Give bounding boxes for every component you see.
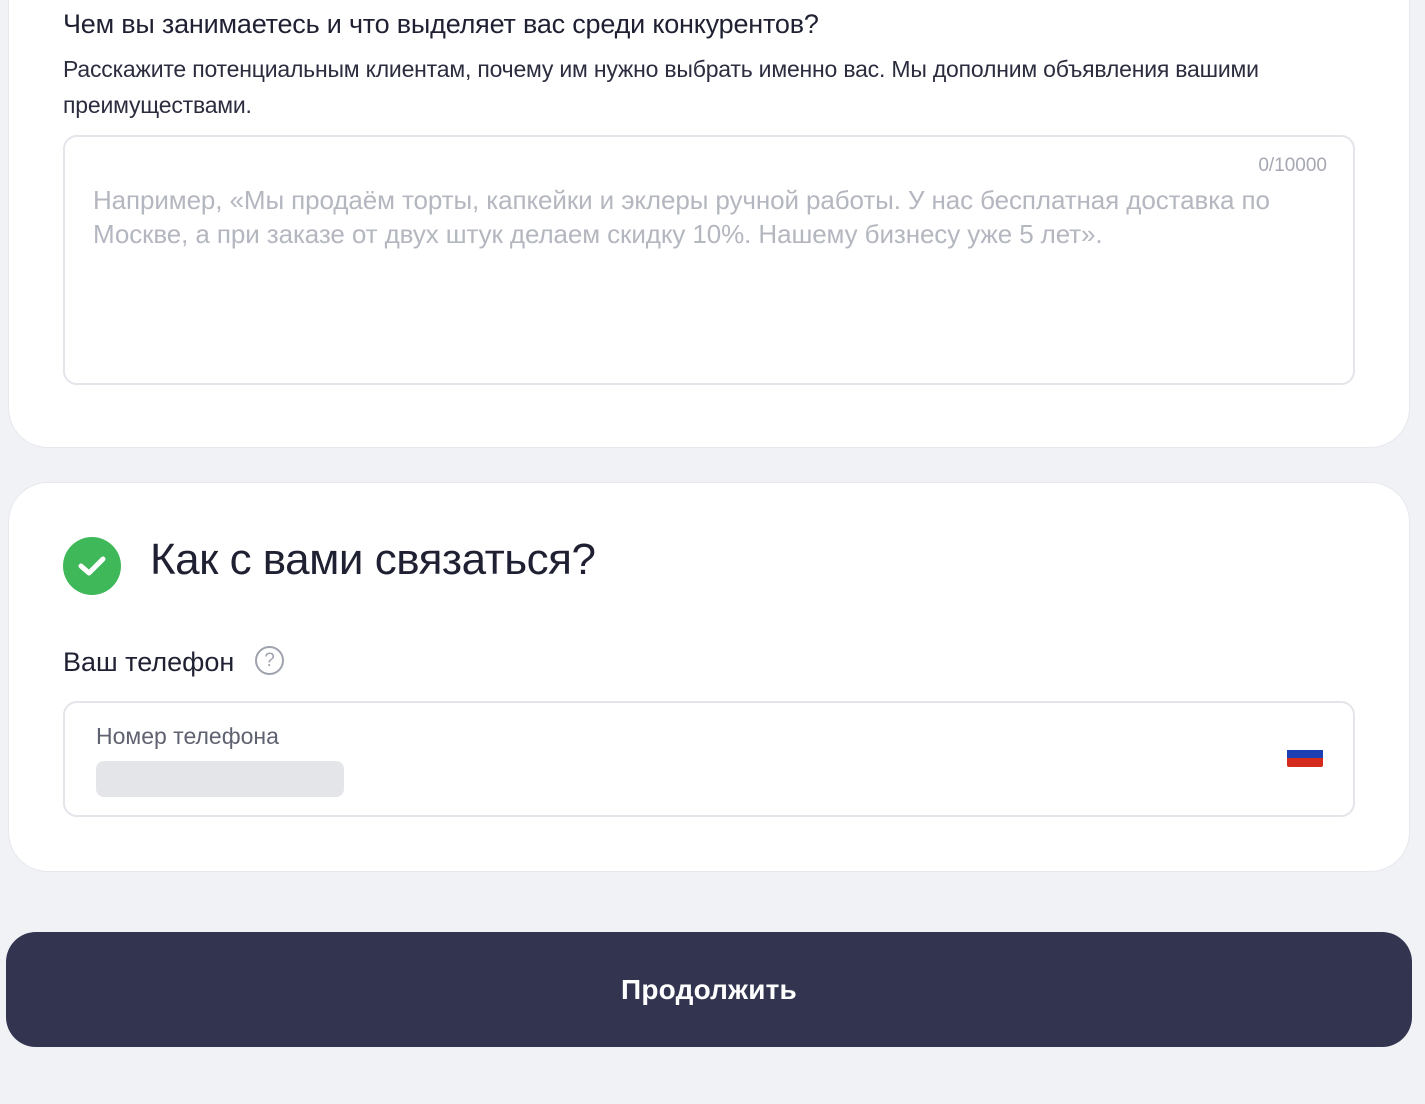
contact-section-title: Как с вами связаться?: [150, 535, 596, 584]
contact-card: Как с вами связаться? Ваш телефон ? Номе…: [8, 482, 1410, 872]
phone-field-label: Номер телефона: [96, 723, 279, 749]
about-description-text: Расскажите потенциальным клиентам, почем…: [63, 56, 1259, 118]
check-mark-icon: [78, 556, 106, 576]
flag-stripe-blue: [1287, 749, 1323, 759]
phone-number-value[interactable]: [96, 761, 344, 797]
about-textarea-container: 0/10000: [63, 135, 1355, 385]
flag-stripe-white: [1287, 741, 1323, 750]
question-circle-icon[interactable]: ?: [255, 646, 284, 675]
about-business-textarea[interactable]: [93, 183, 1323, 363]
phone-label: Ваш телефон: [63, 647, 235, 677]
character-counter: 0/10000: [1258, 155, 1327, 176]
about-business-card: Чем вы занимаетесь и что выделяет вас ср…: [8, 0, 1410, 448]
about-question-heading: Чем вы занимаетесь и что выделяет вас ср…: [63, 9, 819, 39]
check-circle-icon: [63, 537, 121, 595]
phone-input-field[interactable]: Номер телефона: [63, 701, 1355, 817]
continue-button[interactable]: Продолжить: [6, 932, 1412, 1047]
flag-stripe-red: [1287, 758, 1323, 767]
ru-flag-icon[interactable]: [1287, 741, 1323, 767]
